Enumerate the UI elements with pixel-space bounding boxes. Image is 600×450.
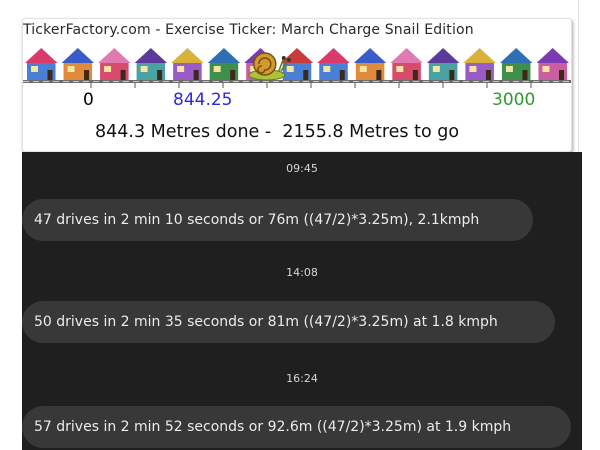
scale-start-label: 0 — [83, 90, 94, 110]
house — [98, 48, 131, 80]
message-timestamp: 09:45 — [286, 162, 318, 175]
message-bubble[interactable]: 50 drives in 2 min 35 seconds or 81m ((4… — [22, 301, 555, 343]
house — [390, 48, 423, 80]
house — [171, 48, 204, 80]
house — [426, 48, 460, 80]
house — [463, 48, 496, 80]
house — [317, 48, 350, 80]
house — [207, 48, 241, 80]
house — [536, 48, 569, 80]
scale-current-label: 844.25 — [173, 90, 233, 110]
house — [134, 48, 168, 80]
house — [353, 48, 387, 80]
chat-thread[interactable]: 09:45 47 drives in 2 min 10 seconds or 7… — [22, 152, 582, 450]
ticker-title: TickerFactory.com - Exercise Ticker: Mar… — [23, 22, 474, 38]
house — [25, 48, 58, 80]
scale-ticks — [90, 83, 532, 88]
house — [499, 48, 533, 80]
message-timestamp: 14:08 — [286, 266, 318, 279]
progress-summary: 844.3 Metres done - 2155.8 Metres to go — [95, 122, 460, 142]
ticker-street-banner — [23, 48, 571, 88]
house — [61, 48, 95, 80]
message-bubble[interactable]: 47 drives in 2 min 10 seconds or 76m ((4… — [22, 199, 533, 241]
scale-goal-label: 3000 — [492, 90, 536, 110]
message-bubble[interactable]: 57 drives in 2 min 52 seconds or 92.6m (… — [22, 406, 571, 448]
houses-row — [25, 48, 569, 80]
exercise-ticker[interactable]: TickerFactory.com - Exercise Ticker: Mar… — [22, 18, 572, 152]
message-timestamp: 16:24 — [286, 372, 318, 385]
